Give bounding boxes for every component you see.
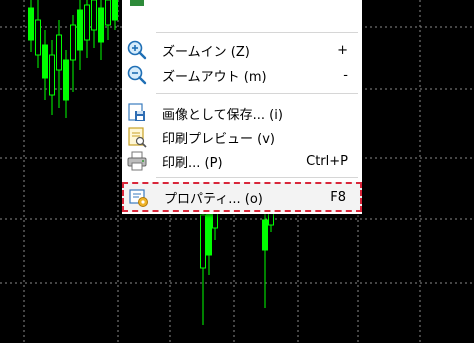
candle-body <box>98 7 104 43</box>
partial-icon <box>130 0 144 6</box>
print-shortcut: Ctrl+P <box>306 153 348 169</box>
zoom-in-icon <box>127 40 147 60</box>
menu-separator <box>156 32 358 33</box>
zoom-out-shortcut: - <box>343 67 348 83</box>
menu-item-save-as-picture[interactable]: 画像として保存... (i) <box>122 101 362 125</box>
zoom-out-label: ズームアウト (m) <box>162 69 267 85</box>
chart-context-menu: ズームイン (Z) + ズームアウト (m) - 画像として保存... (i) … <box>122 0 362 214</box>
candle-body <box>56 34 62 71</box>
save-as-picture-label: 画像として保存... (i) <box>162 107 283 123</box>
candle-body <box>200 214 206 269</box>
save-picture-icon <box>128 103 145 121</box>
candle-body <box>42 44 48 79</box>
zoom-in-label: ズームイン (Z) <box>162 44 250 60</box>
menu-separator <box>156 93 358 94</box>
candle-body <box>262 219 268 251</box>
print-preview-label: 印刷プレビュー (v) <box>162 131 275 147</box>
candle-body <box>70 24 76 61</box>
menu-item-zoom-out[interactable]: ズームアウト (m) - <box>122 63 362 87</box>
candle-body <box>77 9 83 51</box>
zoom-in-shortcut: + <box>337 42 348 58</box>
menu-separator <box>156 177 358 178</box>
candle-body <box>49 54 55 96</box>
print-preview-icon <box>128 127 147 148</box>
candle-body <box>84 4 90 41</box>
candle-body <box>112 0 118 21</box>
candle-body <box>206 209 212 256</box>
menu-item-properties[interactable]: プロパティ... (o) F8 <box>122 182 362 212</box>
print-label: 印刷... (P) <box>162 155 223 171</box>
menu-item-zoom-in[interactable]: ズームイン (Z) + <box>122 38 362 62</box>
candle-body <box>63 59 69 101</box>
properties-icon <box>129 189 148 207</box>
candle-body <box>35 19 41 56</box>
candle-body <box>105 0 111 26</box>
properties-shortcut: F8 <box>330 189 346 205</box>
menu-item-print[interactable]: 印刷... (P) Ctrl+P <box>122 149 362 173</box>
candle-body <box>91 0 97 31</box>
menu-item-print-preview[interactable]: 印刷プレビュー (v) <box>122 125 362 149</box>
zoom-out-icon <box>127 65 147 85</box>
candle-body <box>28 7 34 41</box>
properties-label: プロパティ... (o) <box>164 191 263 207</box>
menu-item-partial[interactable] <box>122 0 362 24</box>
printer-icon <box>127 151 147 171</box>
